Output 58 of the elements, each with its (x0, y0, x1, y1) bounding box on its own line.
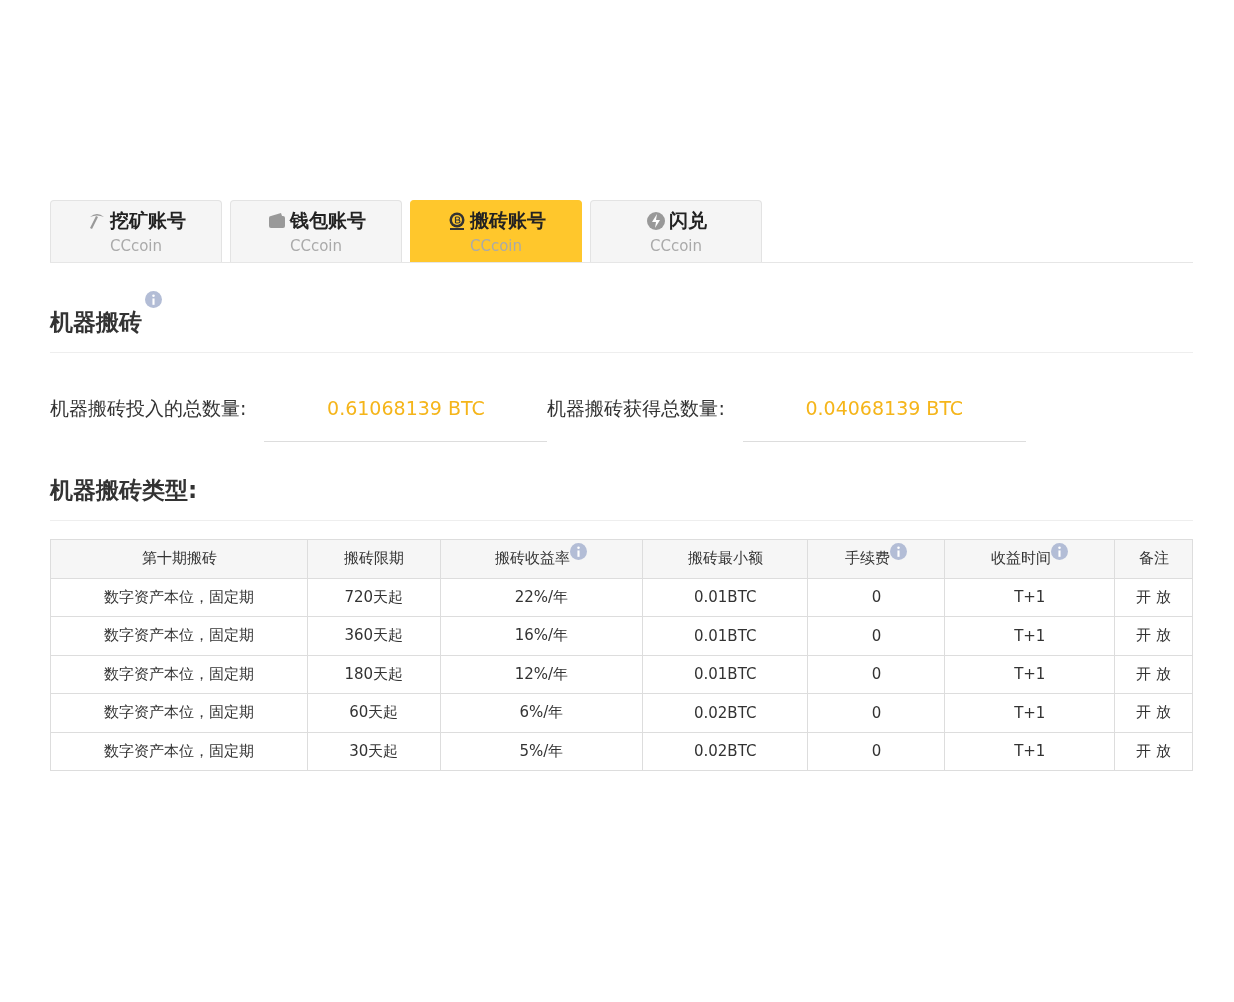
account-tab[interactable]: 挖矿账号 CCcoin (50, 200, 222, 262)
table-cell: 12%/年 (440, 655, 643, 694)
info-icon[interactable] (570, 543, 588, 561)
table-cell: 22%/年 (440, 578, 643, 617)
table-cell: 16%/年 (440, 616, 643, 655)
info-icon[interactable] (1051, 543, 1069, 561)
table-cell: 60天起 (307, 693, 441, 732)
table-cell: 0.01BTC (642, 616, 808, 655)
table-cell: 5%/年 (440, 732, 643, 771)
table-cell: 0 (807, 693, 945, 732)
table-cell: 30天起 (307, 732, 441, 771)
table-cell: 开 放 (1114, 655, 1193, 694)
table-cell: 数字资产本位，固定期 (50, 693, 308, 732)
table-cell: 0.02BTC (642, 693, 808, 732)
table-cell: 开 放 (1114, 578, 1193, 617)
table-cell: T+1 (944, 732, 1115, 771)
table-cell: 0.01BTC (642, 578, 808, 617)
column-header: 搬砖最小额 (642, 539, 808, 578)
table-cell: 180天起 (307, 655, 441, 694)
wallet-icon (266, 211, 287, 231)
column-header: 手续费 (807, 539, 945, 578)
info-icon[interactable] (890, 543, 908, 561)
table-cell: 720天起 (307, 578, 441, 617)
column-header: 第十期搬砖 (50, 539, 308, 578)
table-cell: 数字资产本位，固定期 (50, 732, 308, 771)
info-icon[interactable] (145, 291, 162, 308)
section-title: 机器搬砖 (50, 308, 142, 337)
column-header: 收益时间 (944, 539, 1115, 578)
lightning-icon (645, 211, 666, 231)
table-cell: 360天起 (307, 616, 441, 655)
table-cell: 0 (807, 616, 945, 655)
table-cell: 0.02BTC (642, 732, 808, 771)
stat-value-field: 0.04068139 BTC (742, 391, 1026, 442)
stat-value-field: 0.61068139 BTC (264, 391, 548, 442)
account-tab[interactable]: 钱包账号 CCcoin (230, 200, 402, 262)
table-cell: T+1 (944, 616, 1115, 655)
account-tab[interactable]: 闪兑 CCcoin (590, 200, 762, 262)
table-cell: 0 (807, 732, 945, 771)
table-cell: 0 (807, 578, 945, 617)
table-cell: 开 放 (1114, 732, 1193, 771)
table-cell: 开 放 (1114, 616, 1193, 655)
table-cell: T+1 (944, 693, 1115, 732)
table-cell: 6%/年 (440, 693, 643, 732)
column-header: 搬砖限期 (307, 539, 441, 578)
table-cell: T+1 (944, 578, 1115, 617)
section-title: 机器搬砖类型: (50, 475, 1193, 521)
column-header: 备注 (1114, 539, 1193, 578)
table-cell: 0 (807, 655, 945, 694)
account-tab[interactable]: 搬砖账号 CCcoin (410, 200, 582, 262)
table-cell: 0.01BTC (642, 655, 808, 694)
table-cell: 数字资产本位，固定期 (50, 578, 308, 617)
table-cell: 数字资产本位，固定期 (50, 655, 308, 694)
stat-label: 机器搬砖获得总数量: (547, 396, 725, 421)
table-cell: 数字资产本位，固定期 (50, 616, 308, 655)
table-cell: T+1 (944, 655, 1115, 694)
column-header: 搬砖收益率 (440, 539, 643, 578)
stat-label: 机器搬砖投入的总数量: (50, 396, 247, 421)
table-cell: 开 放 (1114, 693, 1193, 732)
